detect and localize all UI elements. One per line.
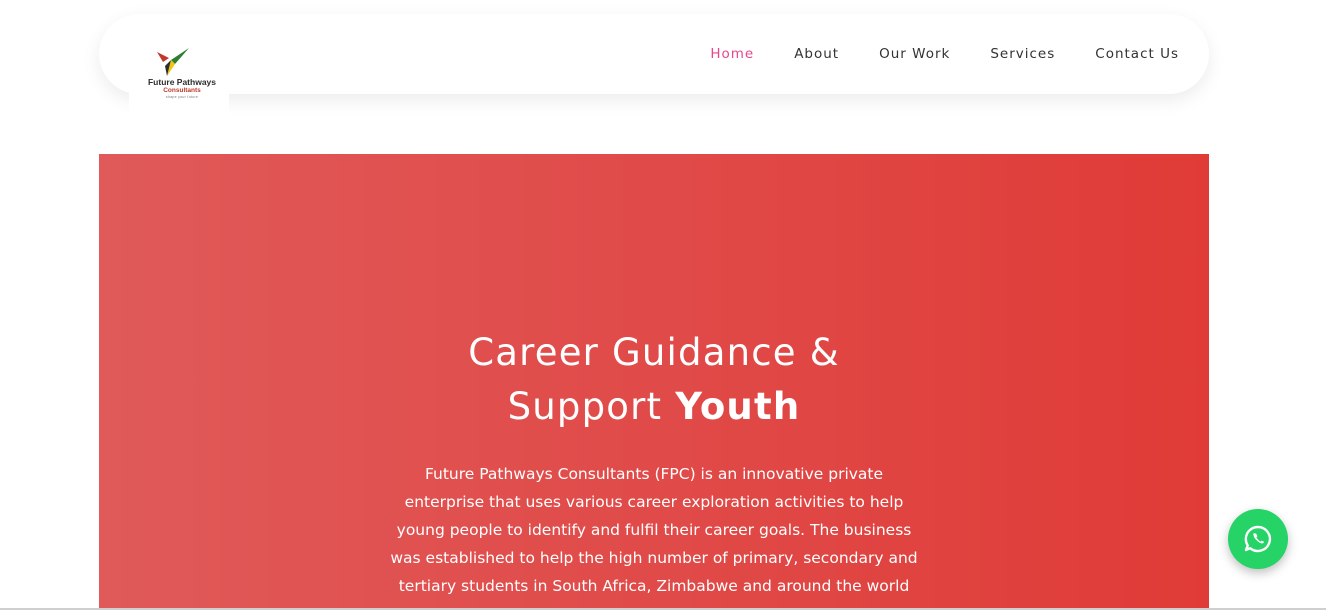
logo[interactable]: Future Pathways Consultants shape your f… — [129, 36, 229, 120]
logo-arrow-icon — [157, 48, 189, 76]
nav-services[interactable]: Services — [990, 46, 1055, 62]
logo-tagline: shape your future — [165, 95, 199, 99]
site-header: Future Pathways Consultants shape your f… — [99, 14, 1209, 120]
hero-title-youth: Youth — [675, 385, 801, 428]
logo-sub: Consultants — [163, 87, 201, 94]
whatsapp-icon — [1244, 525, 1272, 553]
nav-contact-us[interactable]: Contact Us — [1095, 46, 1179, 62]
hero-description: Future Pathways Consultants (FPC) is an … — [390, 465, 918, 595]
main-nav: Home About Our Work Services Contact Us — [670, 14, 1179, 94]
nav-our-work[interactable]: Our Work — [879, 46, 950, 62]
page: Future Pathways Consultants shape your f… — [0, 0, 1326, 610]
nav-home[interactable]: Home — [710, 46, 754, 62]
hero-title-support: Support — [507, 385, 663, 428]
hero-title: Career Guidance & Support Youth — [99, 326, 1209, 434]
hero-section: Career Guidance & Support Youth Future P… — [99, 154, 1209, 610]
logo-name: Future Pathways — [147, 77, 217, 87]
whatsapp-button[interactable] — [1228, 509, 1288, 569]
nav-about[interactable]: About — [794, 46, 839, 62]
hero-title-line1: Career Guidance & — [468, 331, 840, 374]
